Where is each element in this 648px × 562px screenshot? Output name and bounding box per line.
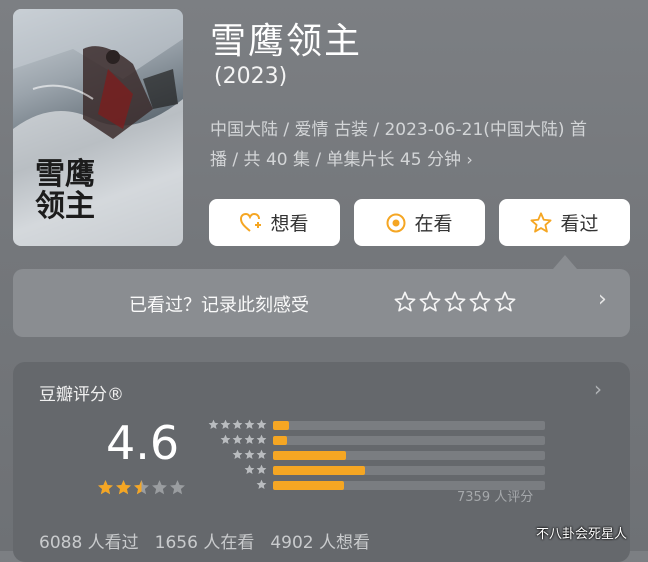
star-level-label bbox=[203, 419, 267, 430]
score-star-icon bbox=[152, 480, 167, 495]
small-star-icon bbox=[232, 434, 243, 444]
rating-count: 7359 人评分 bbox=[457, 490, 534, 505]
watch-stats: 6088 人看过 1656 人在看 4902 人想看 bbox=[39, 528, 370, 553]
small-star-icon bbox=[256, 449, 267, 459]
small-star-icon bbox=[256, 479, 267, 489]
small-star-icon bbox=[220, 434, 231, 444]
score-star-icon bbox=[134, 480, 149, 495]
meta-chevron-icon[interactable]: › bbox=[466, 150, 472, 169]
watermark: 不八卦会死星人 bbox=[536, 527, 628, 542]
small-star-icon bbox=[256, 434, 267, 444]
meta-line-1: 中国大陆 / 爱情 古装 / 2023-06-21(中国大陆) 首 bbox=[210, 120, 587, 140]
score-star-icon bbox=[170, 480, 185, 495]
star-outline-icon bbox=[419, 291, 441, 312]
watching-button[interactable]: 在看 bbox=[354, 199, 485, 246]
small-star-icon bbox=[244, 449, 255, 459]
star-outline-icon bbox=[494, 291, 516, 312]
record-chevron-icon[interactable]: › bbox=[598, 287, 607, 312]
small-star-icon bbox=[208, 419, 219, 429]
small-star-icon bbox=[232, 419, 243, 429]
record-feeling-panel[interactable]: 已看过？记录此刻感受 › bbox=[13, 269, 630, 337]
distribution-track bbox=[273, 466, 545, 475]
distribution-bar bbox=[273, 481, 344, 490]
star-outline-icon bbox=[469, 291, 491, 312]
small-star-icon bbox=[220, 419, 231, 429]
target-icon bbox=[386, 213, 406, 233]
page-title: 雪鹰领主 bbox=[210, 21, 363, 62]
release-year: (2023) bbox=[214, 64, 288, 89]
watching-label: 在看 bbox=[414, 213, 453, 235]
small-star-icon bbox=[256, 464, 267, 474]
rating-score: 4.6 bbox=[106, 416, 180, 470]
score-star-icon bbox=[116, 480, 131, 495]
small-star-icon bbox=[232, 449, 243, 459]
record-feeling-text: 已看过？记录此刻感受 bbox=[129, 295, 309, 316]
distribution-bar bbox=[273, 421, 290, 430]
watching-count: 1656 人在看 bbox=[154, 533, 255, 553]
watched-count: 6088 人看过 bbox=[39, 533, 139, 553]
rating-chevron-icon[interactable]: › bbox=[594, 377, 602, 401]
panel-pointer bbox=[553, 255, 577, 269]
score-star-icon bbox=[98, 480, 113, 495]
meta-line-2: 播 / 共 40 集 / 单集片长 45 分钟 bbox=[210, 150, 461, 170]
distribution-bar bbox=[273, 466, 366, 475]
small-star-icon bbox=[244, 419, 255, 429]
rating-input-stars[interactable] bbox=[394, 291, 516, 313]
want-to-watch-label: 想看 bbox=[270, 213, 309, 235]
star-level-label bbox=[203, 479, 267, 490]
poster-title: 雪鹰领主 bbox=[35, 157, 95, 224]
score-stars bbox=[97, 479, 186, 496]
want-to-watch-button[interactable]: 想看 bbox=[209, 199, 340, 246]
heart-plus-icon bbox=[240, 212, 262, 233]
small-star-icon bbox=[244, 434, 255, 444]
distribution-bar bbox=[273, 436, 287, 445]
watched-button[interactable]: 看过 bbox=[499, 199, 630, 246]
small-star-icon bbox=[256, 419, 267, 429]
watched-label: 看过 bbox=[560, 213, 599, 235]
star-outline-icon bbox=[444, 291, 466, 312]
star-outline-icon bbox=[530, 212, 552, 233]
small-star-icon bbox=[244, 464, 255, 474]
want-count: 4902 人想看 bbox=[270, 533, 371, 553]
distribution-bar bbox=[273, 451, 347, 460]
movie-meta[interactable]: 中国大陆 / 爱情 古装 / 2023-06-21(中国大陆) 首 播 / 共 … bbox=[210, 116, 630, 175]
star-level-label bbox=[203, 449, 267, 460]
star-level-label bbox=[203, 464, 267, 475]
distribution-track bbox=[273, 451, 545, 460]
distribution-track bbox=[273, 421, 545, 430]
rating-title: 豆瓣评分® bbox=[39, 385, 124, 405]
distribution-track bbox=[273, 436, 545, 445]
poster-image[interactable]: 雪鹰领主 bbox=[13, 9, 183, 246]
star-outline-icon bbox=[394, 291, 416, 312]
star-level-label bbox=[203, 434, 267, 445]
